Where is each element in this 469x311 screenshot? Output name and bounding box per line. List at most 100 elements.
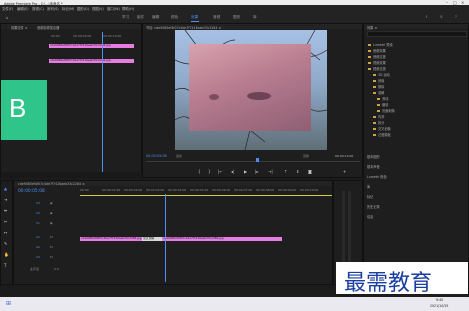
- subpanel-history[interactable]: 历史记录: [367, 204, 380, 209]
- tree-item-video-effects[interactable]: 视频效果: [368, 60, 386, 65]
- effects-panel-title[interactable]: 效果 ≡: [367, 25, 377, 30]
- subpanel-markers[interactable]: 标记: [367, 194, 373, 199]
- tree-item-audio-effects[interactable]: 音频效果: [368, 48, 386, 53]
- mark-in-icon[interactable]: {: [198, 169, 201, 174]
- ruler-tick-2: 00:00:02:00: [124, 188, 143, 192]
- effect-clip-bar-2[interactable]: cde9465ef4f07c4de7f7416aeb33c2284.jpg: [49, 59, 134, 63]
- effect-ruler-end: 00:00:10:00: [103, 34, 122, 38]
- tree-item-iris[interactable]: 划像: [373, 78, 384, 83]
- ruler-tick-1: 00:00:01:00: [102, 188, 121, 192]
- tree-item-page-peel[interactable]: 页面剥落: [377, 108, 395, 113]
- ruler-tick-0: 00:00: [80, 188, 89, 192]
- v2-eye-icon[interactable]: ◉: [50, 211, 53, 215]
- workspace-learn[interactable]: 学习: [122, 15, 129, 20]
- program-monitor-title[interactable]: 节目: cde9465ef4f07c4de7f7416aeb33c2284 ≡: [146, 25, 221, 30]
- master-track-value[interactable]: 0.0: [54, 267, 59, 271]
- add-button-icon[interactable]: +: [343, 169, 346, 174]
- quality-dropdown[interactable]: 完整: [303, 154, 309, 158]
- dark-cloud-2: [209, 94, 219, 100]
- subpanel-lumetri[interactable]: Lumetri 颜色: [367, 174, 387, 179]
- track-headers: V3 V2 V1 A1 A2 A3 主声道 0.0 ◉ ◉ ◉ M M M: [16, 199, 78, 277]
- selection-tool-icon[interactable]: ▲: [4, 186, 7, 191]
- razor-tool-icon[interactable]: ✂: [4, 219, 7, 224]
- track-a1-label[interactable]: A1: [36, 235, 40, 239]
- tree-item-3d[interactable]: 3D 运动: [373, 72, 390, 77]
- play-icon[interactable]: ▶: [244, 169, 247, 174]
- windows-start-icon[interactable]: ⊞: [6, 300, 11, 307]
- program-playhead[interactable]: [256, 158, 259, 162]
- ripple-edit-icon[interactable]: ⇹: [4, 208, 7, 213]
- effect-controls-header: 效果控件 ≡ 音频剪辑混合器: [1, 24, 141, 30]
- share-icon[interactable]: ⇪: [425, 15, 428, 19]
- v1-eye-icon[interactable]: ◉: [50, 221, 53, 225]
- work-area-bar[interactable]: [80, 195, 332, 196]
- cross-dissolve-transition[interactable]: 交叉溶解: [142, 237, 162, 241]
- tree-item-slide[interactable]: 滑动: [377, 96, 388, 101]
- subpanel-info[interactable]: 信息: [367, 214, 373, 219]
- hand-tool-icon[interactable]: ✋: [4, 252, 9, 257]
- timeline-timecode[interactable]: 00:00:05:08: [18, 189, 45, 194]
- type-tool-icon[interactable]: T: [4, 263, 6, 268]
- watermark-text: 最需教育: [344, 271, 433, 296]
- mark-out-icon[interactable]: }: [208, 169, 211, 174]
- tree-item-slide-in[interactable]: 内滑: [373, 114, 384, 119]
- step-forward-icon[interactable]: |▸: [255, 169, 258, 174]
- lift-icon[interactable]: ⇡: [284, 169, 287, 174]
- track-v2-label[interactable]: V2: [36, 211, 40, 215]
- help-icon[interactable]: ?: [455, 15, 457, 19]
- track-select-icon[interactable]: ⇥: [4, 197, 7, 202]
- timeline-playhead[interactable]: [165, 194, 166, 282]
- subpanel-libraries[interactable]: 库: [367, 184, 370, 189]
- tree-item-cross-iris[interactable]: 交叉划像: [373, 126, 391, 131]
- tree-item-templates[interactable]: 过渡模板: [373, 132, 391, 137]
- subpanel-essential-sound[interactable]: 基本声音: [367, 164, 380, 169]
- pen-tool-icon[interactable]: ✎: [4, 241, 7, 246]
- program-scrubber[interactable]: [146, 161, 360, 162]
- a1-mute-icon[interactable]: M: [50, 235, 53, 239]
- export-frame-icon[interactable]: ◙: [308, 169, 312, 174]
- effects-search-input[interactable]: [367, 31, 467, 37]
- workspace-effects[interactable]: 效果: [191, 15, 198, 20]
- go-to-in-icon[interactable]: |←: [218, 169, 223, 174]
- sequence-tab[interactable]: cde9465ef4f07c4de7f7416aeb33c2284 ≡: [18, 182, 85, 186]
- program-current-time[interactable]: 00:00:05:08: [146, 154, 167, 158]
- workspace-libraries[interactable]: 库: [253, 15, 257, 20]
- subpanel-essential-graphics[interactable]: 基本图形: [367, 154, 380, 159]
- tree-item-zoom[interactable]: 缩放: [377, 102, 388, 107]
- extract-icon[interactable]: ⇞: [296, 169, 299, 174]
- search-icon[interactable]: ⚲: [440, 15, 443, 19]
- workspace-assembly[interactable]: 组件: [137, 15, 144, 20]
- workspace-edit[interactable]: 编辑: [152, 15, 159, 20]
- effect-controls-tab[interactable]: 效果控件 ≡: [11, 25, 27, 30]
- effect-clip-bar[interactable]: cde9465ef4f07c4de7f7416aeb33c2284.jpg: [49, 44, 134, 48]
- track-a3-label[interactable]: A3: [36, 255, 40, 259]
- workspace-audio[interactable]: 音频: [213, 15, 220, 20]
- a2-mute-icon[interactable]: M: [50, 245, 53, 249]
- audio-mixer-tab[interactable]: 音频剪辑混合器: [37, 25, 59, 30]
- tree-item-video-transitions[interactable]: 视频过渡: [368, 66, 386, 71]
- effect-controls-panel: 效果控件 ≡ 音频剪辑混合器 00:00 00:00:05:00 00:00:1…: [0, 23, 143, 178]
- step-back-icon[interactable]: ◂|: [231, 169, 234, 174]
- tree-item-wipe[interactable]: 擦除: [373, 84, 384, 89]
- home-icon[interactable]: ⌂: [6, 15, 9, 20]
- tree-item-audio-transitions[interactable]: 音频过渡: [368, 54, 386, 59]
- tree-item-lumetri[interactable]: Lumetri 预设: [368, 42, 393, 47]
- ruler-tick-5: 00:00:05:00: [190, 188, 209, 192]
- effect-ruler-mid: 00:00:05:00: [73, 34, 92, 38]
- effect-playhead[interactable]: [102, 32, 103, 177]
- tree-item-split[interactable]: 拆分: [373, 120, 384, 125]
- timeline-ruler[interactable]: 00:00 00:00:01:00 00:00:02:00 00:00:03:0…: [80, 188, 332, 194]
- workspace-color[interactable]: 颜色: [171, 15, 178, 20]
- track-v1-label[interactable]: V1: [36, 221, 40, 225]
- v3-eye-icon[interactable]: ◉: [50, 201, 53, 205]
- go-to-out-icon[interactable]: →|: [268, 169, 273, 174]
- tree-item-dissolve[interactable]: 溶解: [373, 90, 384, 95]
- track-a2-label[interactable]: A2: [36, 245, 40, 249]
- fit-dropdown[interactable]: 适合: [176, 154, 182, 158]
- workspace-graphics[interactable]: 图形: [233, 15, 240, 20]
- slip-tool-icon[interactable]: ↔: [4, 230, 7, 235]
- timeline-clip-b[interactable]: cde9465ef4f07c4de7f7416aeb33c2284.jpg: [162, 237, 282, 241]
- track-v3-label[interactable]: V3: [36, 201, 40, 205]
- timeline-clip-a[interactable]: cde9465ef4f07c4de7f7416aeb33c2284.jpg: [80, 237, 142, 241]
- a3-mute-icon[interactable]: M: [50, 255, 53, 259]
